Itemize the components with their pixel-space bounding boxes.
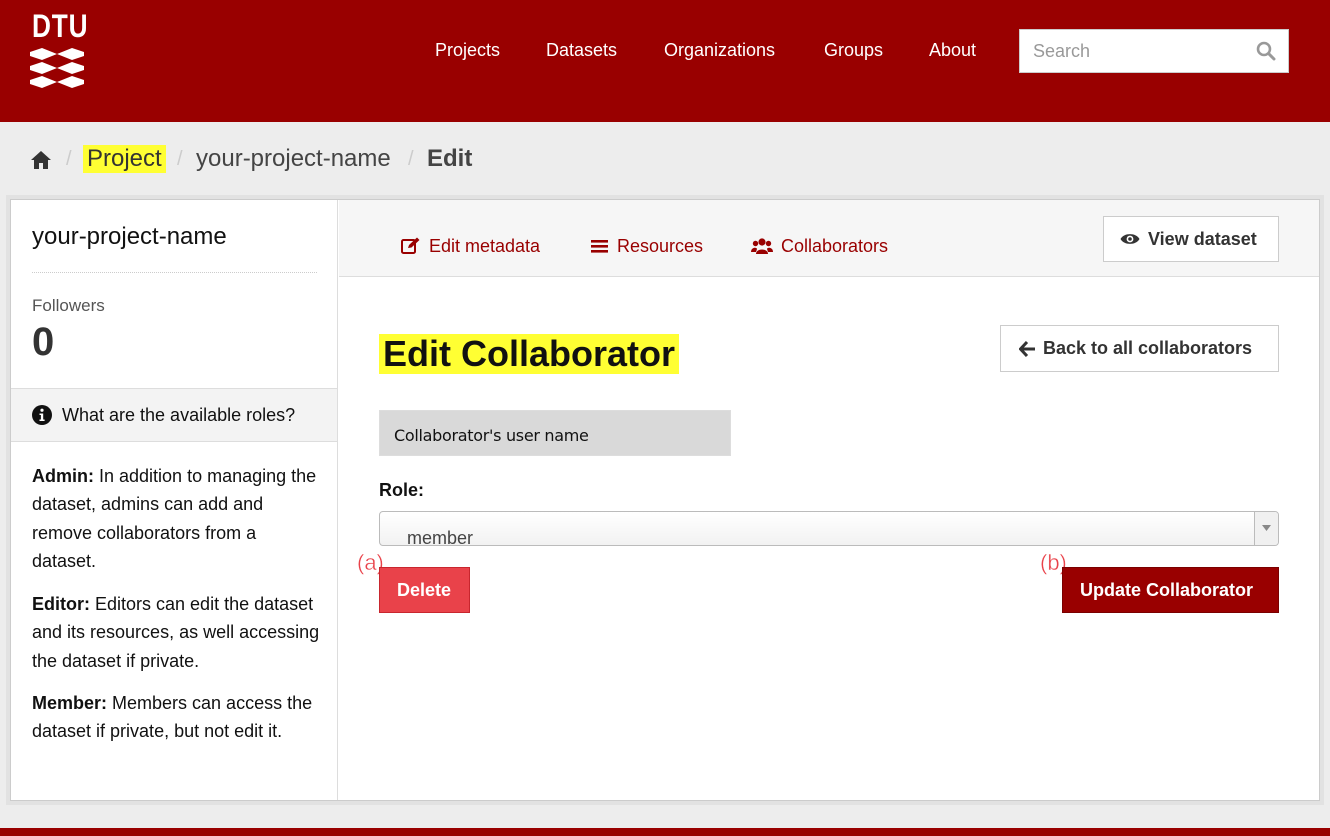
delete-label: Delete xyxy=(397,580,452,600)
arrow-left-icon xyxy=(1019,341,1035,357)
dtu-logo[interactable]: DTU xyxy=(28,8,90,94)
breadcrumb-current: Edit xyxy=(427,145,473,172)
search-input[interactable] xyxy=(1020,30,1250,72)
role-description-member: Member: Members can access the dataset i… xyxy=(32,689,322,746)
select-toggle[interactable] xyxy=(1254,512,1278,545)
followers-count: 0 xyxy=(32,320,55,364)
role-label: Role: xyxy=(379,480,424,500)
delete-button[interactable]: Delete xyxy=(379,567,470,613)
view-dataset-label: View dataset xyxy=(1148,229,1257,249)
role-description-editor: Editor: Editors can edit the dataset and… xyxy=(32,590,322,675)
breadcrumb-separator: / xyxy=(177,148,183,170)
nav-groups[interactable]: Groups xyxy=(824,40,883,61)
roles-header[interactable]: What are the available roles? xyxy=(11,388,337,442)
search-box xyxy=(1019,29,1289,73)
back-to-collaborators-button[interactable]: Back to all collaborators xyxy=(1000,325,1279,372)
divider xyxy=(32,272,317,273)
logo-text: DTU xyxy=(32,8,89,44)
role-name: Admin: xyxy=(32,466,94,486)
search-icon[interactable] xyxy=(1256,41,1276,61)
masthead: DTU Projects Datasets Organizations Grou… xyxy=(0,0,1330,122)
view-dataset-button[interactable]: View dataset xyxy=(1103,216,1279,262)
update-collaborator-button[interactable]: Update Collaborator xyxy=(1062,567,1279,613)
update-collaborator-label: Update Collaborator xyxy=(1080,580,1254,600)
nav-about[interactable]: About xyxy=(929,40,976,61)
role-select-value: member xyxy=(407,528,474,546)
breadcrumb-project-name[interactable]: your-project-name xyxy=(196,145,391,173)
edit-icon xyxy=(401,237,420,254)
page-title: Edit Collaborator xyxy=(379,334,680,374)
tabs-bar: Edit metadata Resources Collaborators Vi… xyxy=(339,200,1319,277)
home-icon[interactable] xyxy=(30,150,52,170)
eye-icon xyxy=(1120,234,1140,244)
tab-label: Edit metadata xyxy=(429,236,541,256)
role-name: Member: xyxy=(32,693,108,713)
footer-bar xyxy=(0,828,1330,836)
list-icon xyxy=(591,240,608,253)
breadcrumb-separator: / xyxy=(66,148,72,170)
breadcrumb-project[interactable]: Project xyxy=(83,145,166,173)
chevron-down-icon xyxy=(1262,525,1271,531)
role-description-admin: Admin: In addition to managing the datas… xyxy=(32,462,322,575)
logo-waves-icon xyxy=(30,48,84,88)
roles-header-label: What are the available roles? xyxy=(62,405,296,425)
users-icon xyxy=(751,238,773,254)
sidebar-title: your-project-name xyxy=(32,223,227,250)
info-icon xyxy=(32,405,52,425)
tab-collaborators[interactable]: Collaborators xyxy=(751,236,901,258)
back-to-collaborators-label: Back to all collaborators xyxy=(1043,338,1253,358)
breadcrumb-separator: / xyxy=(408,148,414,170)
tab-edit-metadata[interactable]: Edit metadata xyxy=(401,236,551,258)
main-wrapper: your-project-name Followers 0 What are t… xyxy=(10,199,1320,801)
username-value: Collaborator's user name xyxy=(394,426,589,445)
nav-organizations[interactable]: Organizations xyxy=(664,40,775,61)
role-name: Editor: xyxy=(32,594,90,614)
primary-content: Edit metadata Resources Collaborators Vi… xyxy=(339,200,1319,800)
username-field[interactable]: Collaborator's user name xyxy=(379,410,731,456)
tab-label: Resources xyxy=(617,236,704,256)
nav-datasets[interactable]: Datasets xyxy=(546,40,617,61)
followers-label: Followers xyxy=(32,296,105,315)
sidebar: your-project-name Followers 0 What are t… xyxy=(11,200,338,800)
tab-resources[interactable]: Resources xyxy=(591,236,711,258)
tab-label: Collaborators xyxy=(781,236,889,256)
nav-projects[interactable]: Projects xyxy=(435,40,500,61)
role-select[interactable]: member xyxy=(379,511,1279,546)
